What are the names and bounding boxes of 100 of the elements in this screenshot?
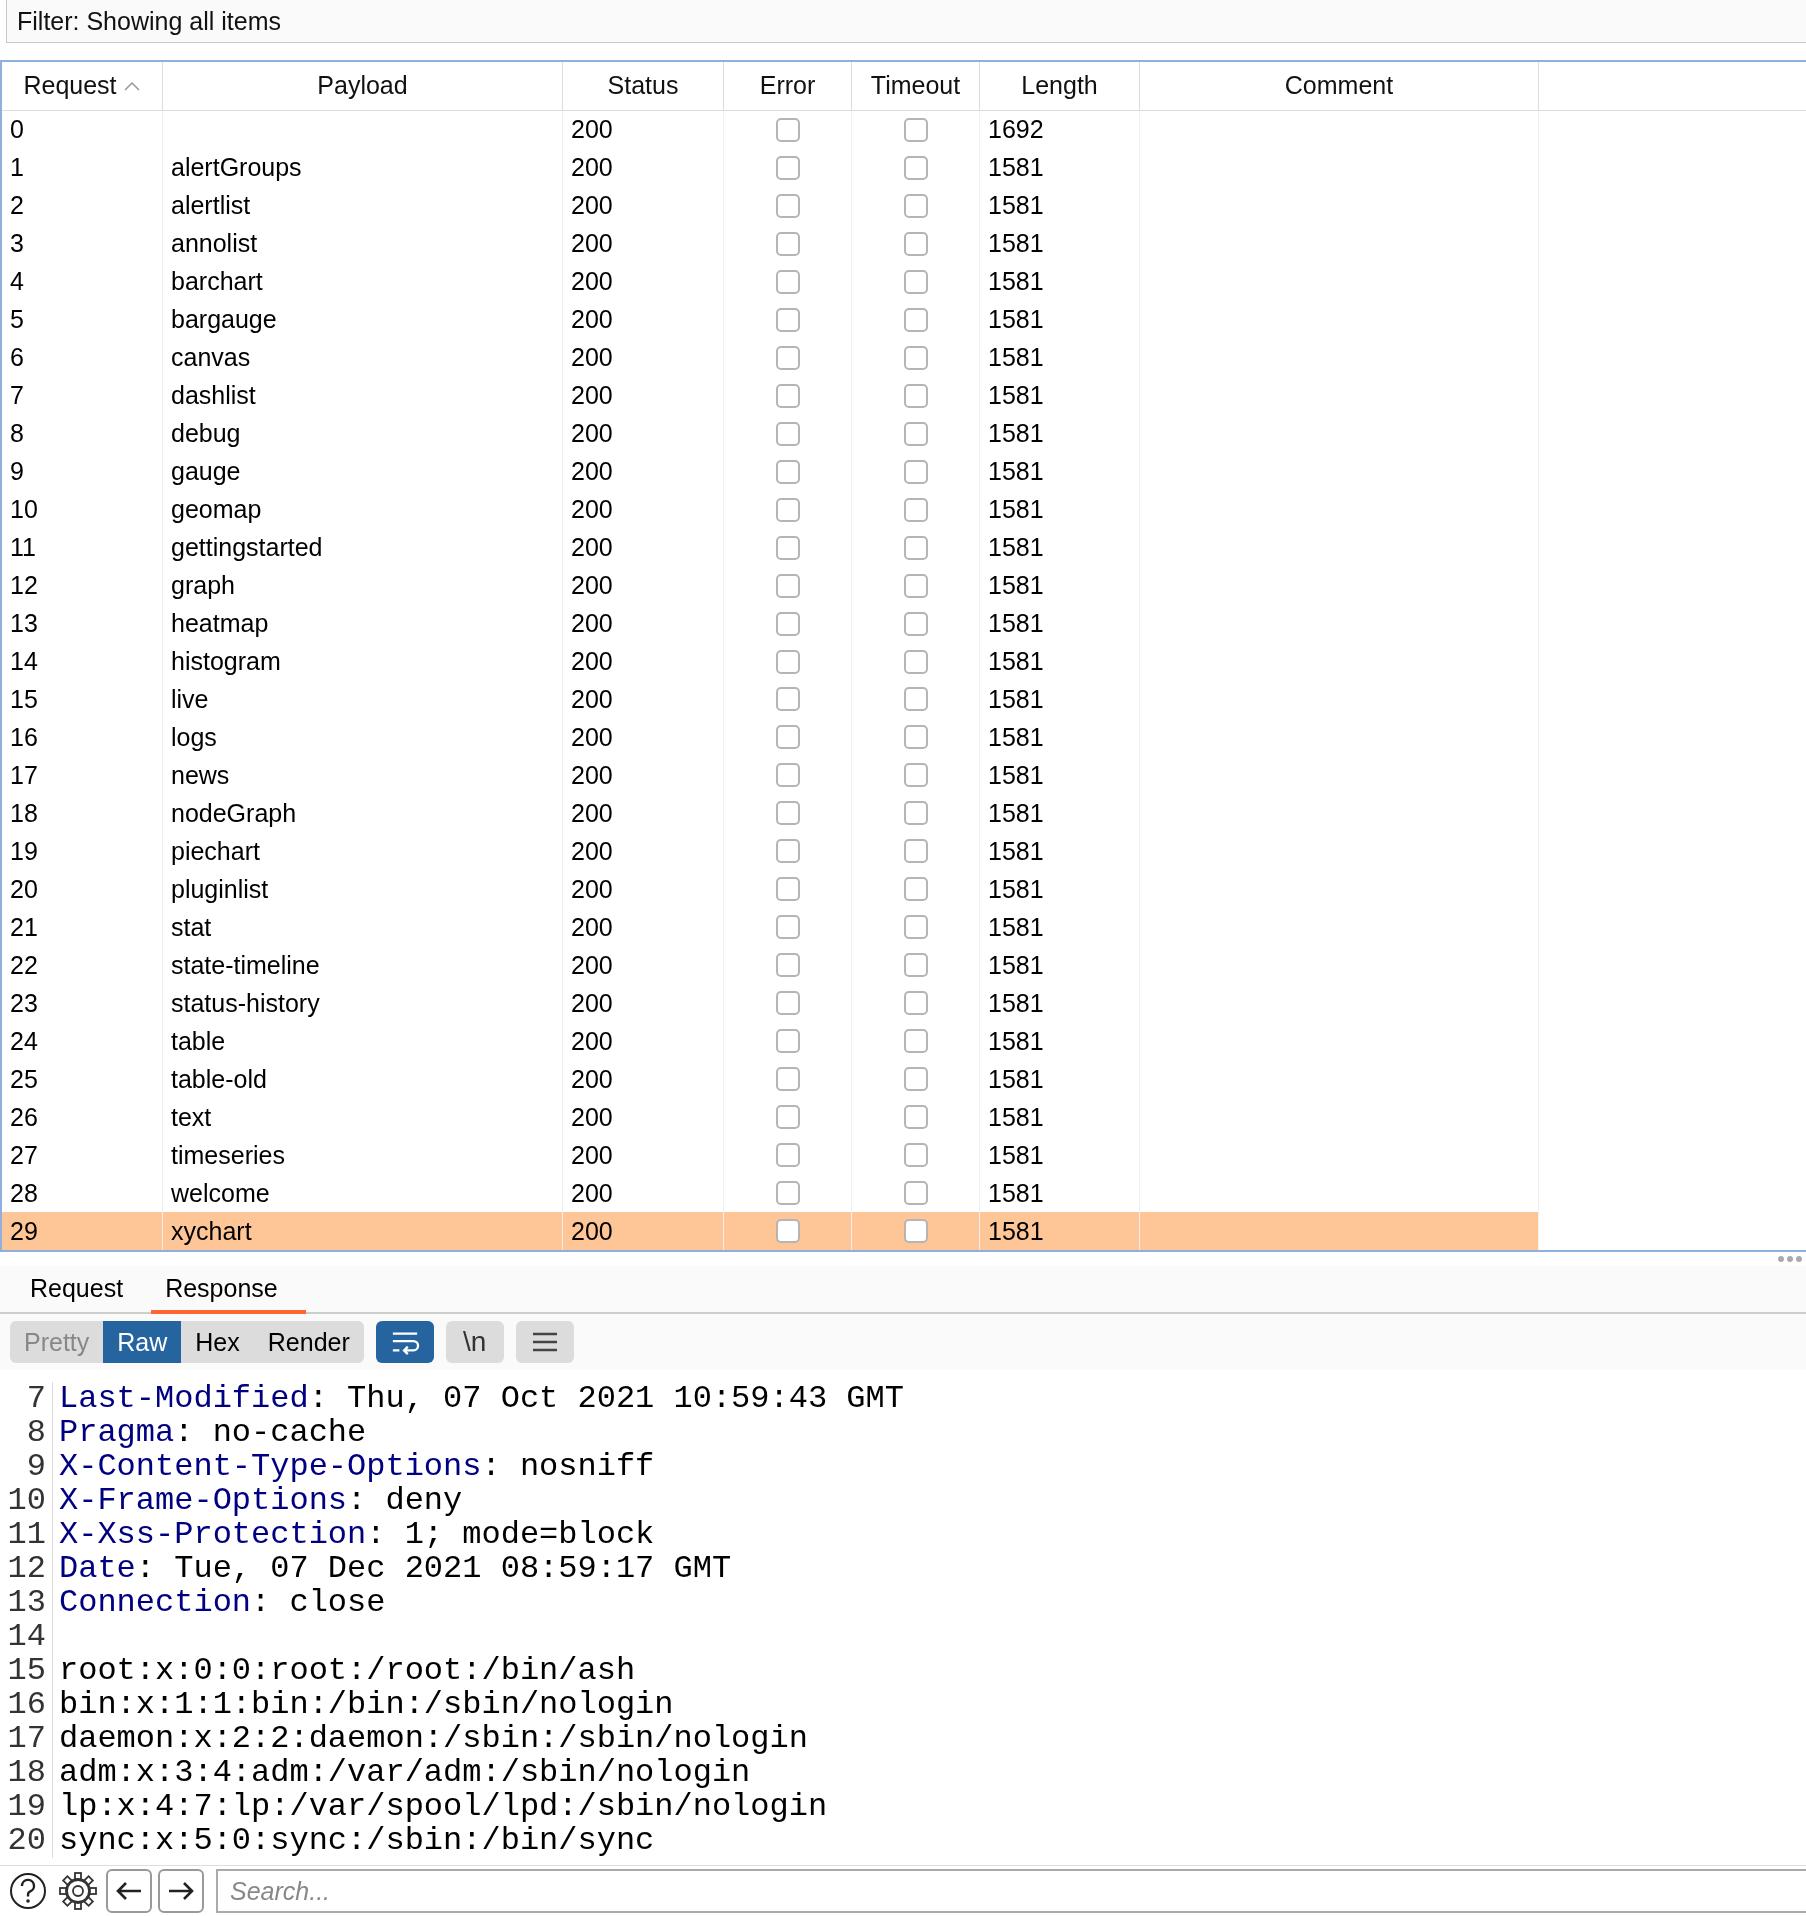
- table-cell: 15: [10, 684, 38, 714]
- filter-bar[interactable]: Filter: Showing all items: [6, 0, 1806, 43]
- table-row[interactable]: 14 histogram 200 1581: [2, 642, 1806, 681]
- column-header[interactable]: Comment: [1140, 62, 1539, 110]
- table-cell: barchart: [171, 267, 263, 297]
- search-field[interactable]: Search...: [216, 1869, 1806, 1913]
- line-number: 13: [0, 1586, 53, 1620]
- view-mode-button[interactable]: Hex: [181, 1321, 254, 1363]
- table-cell: 1581: [988, 1064, 1044, 1094]
- table-row[interactable]: 22 state-timeline 200 1581: [2, 946, 1806, 985]
- code-line: root:x:0:0:root:/root:/bin/ash: [58, 1654, 636, 1688]
- table-row[interactable]: 29 xychart 200 1581: [2, 1212, 1806, 1250]
- table-cell: 4: [10, 267, 24, 297]
- table-cell: 1581: [988, 229, 1044, 259]
- table-cell: 200: [571, 912, 613, 942]
- table-cell: annolist: [171, 229, 258, 259]
- table-cell: live: [171, 684, 209, 714]
- table-row[interactable]: 6 canvas 200 1581: [2, 338, 1806, 377]
- table-cell: 1: [10, 153, 24, 183]
- table-row[interactable]: 8 debug 200 1581: [2, 414, 1806, 453]
- table-cell: 200: [571, 647, 613, 676]
- table-cell: gauge: [171, 457, 241, 487]
- table-row[interactable]: 18 nodeGraph 200 1581: [2, 794, 1806, 833]
- table-cell: 1581: [988, 609, 1044, 639]
- table-cell: 23: [10, 988, 38, 1018]
- table-cell: 1581: [988, 305, 1044, 335]
- table-cell: bargauge: [171, 305, 277, 335]
- column-header[interactable]: Status: [563, 62, 724, 110]
- table-row[interactable]: 1 alertGroups 200 1581: [2, 148, 1806, 187]
- table-row[interactable]: 2 alertlist 200 1581: [2, 186, 1806, 225]
- code-line: X-Xss-Protection: 1; mode=block: [58, 1518, 655, 1552]
- back-button[interactable]: [106, 1869, 152, 1913]
- column-header[interactable]: Payload: [163, 62, 563, 110]
- table-cell: histogram: [171, 647, 281, 676]
- table-cell: 1581: [988, 381, 1044, 411]
- table-cell: 1581: [988, 419, 1044, 449]
- table-row[interactable]: 12 graph 200 1581: [2, 566, 1806, 605]
- table-row[interactable]: 25 table-old 200 1581: [2, 1060, 1806, 1099]
- column-header[interactable]: Timeout: [852, 62, 980, 110]
- table-cell: gettingstarted: [171, 533, 323, 563]
- table-row[interactable]: 19 piechart 200 1581: [2, 832, 1806, 871]
- table-row[interactable]: 21 stat 200 1581: [2, 908, 1806, 947]
- table-cell: 18: [10, 798, 38, 828]
- line-number: 20: [0, 1824, 53, 1858]
- table-row[interactable]: 5 bargauge 200 1581: [2, 300, 1806, 339]
- table-cell: 200: [571, 229, 613, 259]
- column-header[interactable]: Request: [2, 62, 163, 110]
- table-cell: welcome: [171, 1178, 270, 1208]
- table-cell: 200: [571, 1026, 613, 1056]
- table-row[interactable]: 10 geomap 200 1581: [2, 490, 1806, 529]
- table-cell: 200: [571, 874, 613, 904]
- table-row[interactable]: 4 barchart 200 1581: [2, 262, 1806, 301]
- table-cell: 29: [10, 1216, 38, 1246]
- table-row[interactable]: 16 logs 200 1581: [2, 718, 1806, 757]
- table-cell: 1581: [988, 571, 1044, 601]
- table-row[interactable]: 7 dashlist 200 1581: [2, 376, 1806, 415]
- table-cell: state-timeline: [171, 950, 320, 980]
- line-number: 19: [0, 1790, 53, 1824]
- line-number: 18: [0, 1756, 53, 1790]
- table-row[interactable]: 15 live 200 1581: [2, 680, 1806, 719]
- table-row[interactable]: 27 timeseries 200 1581: [2, 1136, 1806, 1175]
- table-cell: 6: [10, 343, 24, 373]
- table-row[interactable]: 3 annolist 200 1581: [2, 224, 1806, 263]
- code-line: bin:x:1:1:bin:/bin:/sbin/nologin: [58, 1688, 674, 1722]
- table-cell: 200: [571, 684, 613, 714]
- table-cell: canvas: [171, 343, 251, 373]
- newline-toggle-button[interactable]: \n: [445, 1321, 504, 1363]
- table-row[interactable]: 23 status-history 200 1581: [2, 984, 1806, 1023]
- table-cell: 10: [10, 495, 38, 525]
- menu-button[interactable]: [515, 1321, 574, 1363]
- table-cell: 0: [10, 115, 24, 145]
- table-cell: 1581: [988, 722, 1044, 752]
- table-cell: xychart: [171, 1216, 252, 1246]
- column-header[interactable]: Length: [980, 62, 1140, 110]
- table-cell: 200: [571, 1064, 613, 1094]
- table-cell: 200: [571, 533, 613, 563]
- forward-button[interactable]: [158, 1869, 204, 1913]
- table-row[interactable]: 20 pluginlist 200 1581: [2, 870, 1806, 909]
- table-row[interactable]: 13 heatmap 200 1581: [2, 604, 1806, 643]
- column-header[interactable]: Error: [724, 62, 852, 110]
- view-mode-button[interactable]: Raw: [103, 1321, 182, 1363]
- settings-button[interactable]: [56, 1869, 100, 1913]
- line-number: 9: [0, 1450, 53, 1484]
- table-cell: 1581: [988, 343, 1044, 373]
- table-row[interactable]: 11 gettingstarted 200 1581: [2, 528, 1806, 567]
- splitter-handle[interactable]: [1778, 1256, 1804, 1262]
- table-row[interactable]: 26 text 200 1581: [2, 1098, 1806, 1137]
- table-row[interactable]: 17 news 200 1581: [2, 756, 1806, 795]
- table-cell: 17: [10, 760, 38, 790]
- table-row[interactable]: 9 gauge 200 1581: [2, 452, 1806, 491]
- wrap-toggle-button[interactable]: [375, 1321, 434, 1363]
- tab[interactable]: Request: [16, 1266, 152, 1314]
- table-row[interactable]: 0 200 1692: [2, 110, 1806, 149]
- table-cell: 1581: [988, 1178, 1044, 1208]
- table-cell: 9: [10, 457, 24, 487]
- table-cell: 1581: [988, 267, 1044, 297]
- code-line: daemon:x:2:2:daemon:/sbin:/sbin/nologin: [58, 1722, 808, 1756]
- table-cell: 1581: [988, 1216, 1044, 1246]
- view-mode-button[interactable]: Render: [253, 1321, 364, 1363]
- table-row[interactable]: 24 table 200 1581: [2, 1022, 1806, 1061]
